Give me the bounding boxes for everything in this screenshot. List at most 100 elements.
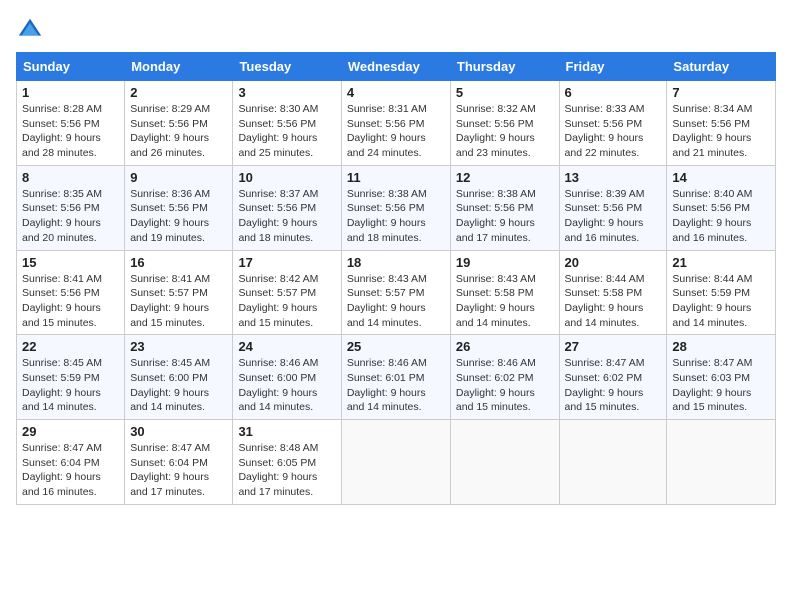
day-info: Sunrise: 8:38 AMSunset: 5:56 PMDaylight:… [456, 188, 536, 244]
day-cell: 13 Sunrise: 8:39 AMSunset: 5:56 PMDaylig… [559, 165, 667, 250]
day-cell: 1 Sunrise: 8:28 AMSunset: 5:56 PMDayligh… [17, 81, 125, 166]
header-row: SundayMondayTuesdayWednesdayThursdayFrid… [17, 53, 776, 81]
day-cell [667, 420, 776, 505]
week-row-5: 29 Sunrise: 8:47 AMSunset: 6:04 PMDaylig… [17, 420, 776, 505]
day-info: Sunrise: 8:44 AMSunset: 5:59 PMDaylight:… [672, 273, 752, 329]
day-number: 11 [347, 170, 445, 185]
day-info: Sunrise: 8:40 AMSunset: 5:56 PMDaylight:… [672, 188, 752, 244]
day-cell: 27 Sunrise: 8:47 AMSunset: 6:02 PMDaylig… [559, 335, 667, 420]
day-number: 17 [238, 255, 335, 270]
header-tuesday: Tuesday [233, 53, 341, 81]
day-info: Sunrise: 8:45 AMSunset: 6:00 PMDaylight:… [130, 357, 210, 413]
day-cell [559, 420, 667, 505]
day-cell: 21 Sunrise: 8:44 AMSunset: 5:59 PMDaylig… [667, 250, 776, 335]
logo-icon [16, 16, 44, 44]
header-sunday: Sunday [17, 53, 125, 81]
day-number: 25 [347, 339, 445, 354]
day-number: 1 [22, 85, 119, 100]
day-number: 26 [456, 339, 554, 354]
day-number: 8 [22, 170, 119, 185]
header-friday: Friday [559, 53, 667, 81]
week-row-2: 8 Sunrise: 8:35 AMSunset: 5:56 PMDayligh… [17, 165, 776, 250]
day-cell: 20 Sunrise: 8:44 AMSunset: 5:58 PMDaylig… [559, 250, 667, 335]
logo [16, 16, 48, 44]
day-cell: 24 Sunrise: 8:46 AMSunset: 6:00 PMDaylig… [233, 335, 341, 420]
day-info: Sunrise: 8:43 AMSunset: 5:58 PMDaylight:… [456, 273, 536, 329]
day-info: Sunrise: 8:31 AMSunset: 5:56 PMDaylight:… [347, 103, 427, 159]
day-info: Sunrise: 8:36 AMSunset: 5:56 PMDaylight:… [130, 188, 210, 244]
week-row-4: 22 Sunrise: 8:45 AMSunset: 5:59 PMDaylig… [17, 335, 776, 420]
day-number: 10 [238, 170, 335, 185]
day-cell: 2 Sunrise: 8:29 AMSunset: 5:56 PMDayligh… [125, 81, 233, 166]
day-number: 21 [672, 255, 770, 270]
day-cell: 31 Sunrise: 8:48 AMSunset: 6:05 PMDaylig… [233, 420, 341, 505]
calendar-table: SundayMondayTuesdayWednesdayThursdayFrid… [16, 52, 776, 505]
calendar-body: 1 Sunrise: 8:28 AMSunset: 5:56 PMDayligh… [17, 81, 776, 505]
day-cell: 26 Sunrise: 8:46 AMSunset: 6:02 PMDaylig… [450, 335, 559, 420]
day-info: Sunrise: 8:37 AMSunset: 5:56 PMDaylight:… [238, 188, 318, 244]
day-cell: 29 Sunrise: 8:47 AMSunset: 6:04 PMDaylig… [17, 420, 125, 505]
day-cell: 25 Sunrise: 8:46 AMSunset: 6:01 PMDaylig… [341, 335, 450, 420]
day-number: 14 [672, 170, 770, 185]
day-info: Sunrise: 8:44 AMSunset: 5:58 PMDaylight:… [565, 273, 645, 329]
day-number: 12 [456, 170, 554, 185]
day-info: Sunrise: 8:41 AMSunset: 5:57 PMDaylight:… [130, 273, 210, 329]
day-number: 30 [130, 424, 227, 439]
header-wednesday: Wednesday [341, 53, 450, 81]
day-number: 28 [672, 339, 770, 354]
day-cell: 7 Sunrise: 8:34 AMSunset: 5:56 PMDayligh… [667, 81, 776, 166]
day-cell: 23 Sunrise: 8:45 AMSunset: 6:00 PMDaylig… [125, 335, 233, 420]
day-cell: 17 Sunrise: 8:42 AMSunset: 5:57 PMDaylig… [233, 250, 341, 335]
day-info: Sunrise: 8:34 AMSunset: 5:56 PMDaylight:… [672, 103, 752, 159]
day-number: 29 [22, 424, 119, 439]
header-monday: Monday [125, 53, 233, 81]
day-info: Sunrise: 8:32 AMSunset: 5:56 PMDaylight:… [456, 103, 536, 159]
day-info: Sunrise: 8:47 AMSunset: 6:02 PMDaylight:… [565, 357, 645, 413]
day-cell [341, 420, 450, 505]
day-info: Sunrise: 8:47 AMSunset: 6:04 PMDaylight:… [130, 442, 210, 498]
day-cell: 12 Sunrise: 8:38 AMSunset: 5:56 PMDaylig… [450, 165, 559, 250]
day-cell: 9 Sunrise: 8:36 AMSunset: 5:56 PMDayligh… [125, 165, 233, 250]
day-cell: 28 Sunrise: 8:47 AMSunset: 6:03 PMDaylig… [667, 335, 776, 420]
day-number: 2 [130, 85, 227, 100]
day-cell [450, 420, 559, 505]
day-info: Sunrise: 8:48 AMSunset: 6:05 PMDaylight:… [238, 442, 318, 498]
day-cell: 4 Sunrise: 8:31 AMSunset: 5:56 PMDayligh… [341, 81, 450, 166]
header-saturday: Saturday [667, 53, 776, 81]
day-cell: 19 Sunrise: 8:43 AMSunset: 5:58 PMDaylig… [450, 250, 559, 335]
day-info: Sunrise: 8:33 AMSunset: 5:56 PMDaylight:… [565, 103, 645, 159]
day-number: 6 [565, 85, 662, 100]
day-info: Sunrise: 8:30 AMSunset: 5:56 PMDaylight:… [238, 103, 318, 159]
day-number: 13 [565, 170, 662, 185]
day-info: Sunrise: 8:45 AMSunset: 5:59 PMDaylight:… [22, 357, 102, 413]
page-header [16, 16, 776, 44]
day-cell: 22 Sunrise: 8:45 AMSunset: 5:59 PMDaylig… [17, 335, 125, 420]
day-info: Sunrise: 8:46 AMSunset: 6:01 PMDaylight:… [347, 357, 427, 413]
day-info: Sunrise: 8:42 AMSunset: 5:57 PMDaylight:… [238, 273, 318, 329]
day-number: 7 [672, 85, 770, 100]
day-number: 24 [238, 339, 335, 354]
day-number: 31 [238, 424, 335, 439]
day-cell: 5 Sunrise: 8:32 AMSunset: 5:56 PMDayligh… [450, 81, 559, 166]
day-cell: 30 Sunrise: 8:47 AMSunset: 6:04 PMDaylig… [125, 420, 233, 505]
day-info: Sunrise: 8:46 AMSunset: 6:00 PMDaylight:… [238, 357, 318, 413]
day-info: Sunrise: 8:47 AMSunset: 6:03 PMDaylight:… [672, 357, 752, 413]
day-number: 3 [238, 85, 335, 100]
day-number: 18 [347, 255, 445, 270]
day-number: 16 [130, 255, 227, 270]
day-cell: 3 Sunrise: 8:30 AMSunset: 5:56 PMDayligh… [233, 81, 341, 166]
day-cell: 18 Sunrise: 8:43 AMSunset: 5:57 PMDaylig… [341, 250, 450, 335]
day-info: Sunrise: 8:28 AMSunset: 5:56 PMDaylight:… [22, 103, 102, 159]
day-cell: 15 Sunrise: 8:41 AMSunset: 5:56 PMDaylig… [17, 250, 125, 335]
day-cell: 16 Sunrise: 8:41 AMSunset: 5:57 PMDaylig… [125, 250, 233, 335]
day-info: Sunrise: 8:43 AMSunset: 5:57 PMDaylight:… [347, 273, 427, 329]
day-number: 5 [456, 85, 554, 100]
day-number: 27 [565, 339, 662, 354]
day-number: 15 [22, 255, 119, 270]
day-number: 19 [456, 255, 554, 270]
calendar-header: SundayMondayTuesdayWednesdayThursdayFrid… [17, 53, 776, 81]
week-row-3: 15 Sunrise: 8:41 AMSunset: 5:56 PMDaylig… [17, 250, 776, 335]
day-cell: 8 Sunrise: 8:35 AMSunset: 5:56 PMDayligh… [17, 165, 125, 250]
week-row-1: 1 Sunrise: 8:28 AMSunset: 5:56 PMDayligh… [17, 81, 776, 166]
day-info: Sunrise: 8:39 AMSunset: 5:56 PMDaylight:… [565, 188, 645, 244]
